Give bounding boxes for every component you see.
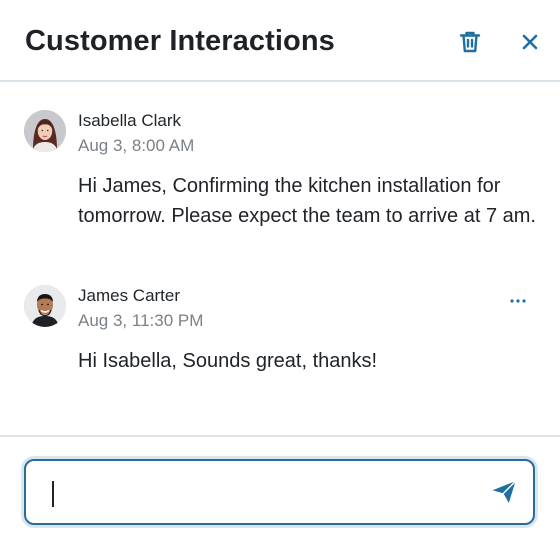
- message-body: Hi Isabella, Sounds great, thanks!: [78, 350, 378, 372]
- delete-button[interactable]: [456, 28, 484, 56]
- close-icon: [522, 34, 538, 50]
- more-horizontal-icon: [510, 299, 526, 303]
- panel-title: Customer Interactions: [25, 25, 335, 57]
- message-timestamp: Aug 3, 8:00 AM: [78, 136, 195, 155]
- message-author: James Carter: [78, 286, 181, 305]
- message-timestamp: Aug 3, 11:30 PM: [78, 311, 204, 330]
- customer-interactions-panel: Customer Interactions Isabella Clark Aug…: [0, 0, 560, 550]
- send-icon: [492, 480, 517, 503]
- close-button[interactable]: [516, 28, 544, 56]
- message-author: Isabella Clark: [78, 111, 181, 130]
- message-options-button[interactable]: [506, 291, 530, 311]
- message-list: Isabella Clark Aug 3, 8:00 AM Hi James, …: [0, 84, 560, 434]
- message-body: Hi James, Confirming the kitchen install…: [78, 175, 536, 227]
- panel-header: Customer Interactions: [0, 0, 560, 82]
- avatar: [24, 285, 66, 327]
- trash-icon: [459, 31, 481, 53]
- send-button[interactable]: [490, 478, 518, 506]
- message-input[interactable]: [44, 473, 468, 513]
- text-caret: [52, 481, 54, 507]
- message-composer: [24, 459, 535, 525]
- avatar: [24, 110, 66, 152]
